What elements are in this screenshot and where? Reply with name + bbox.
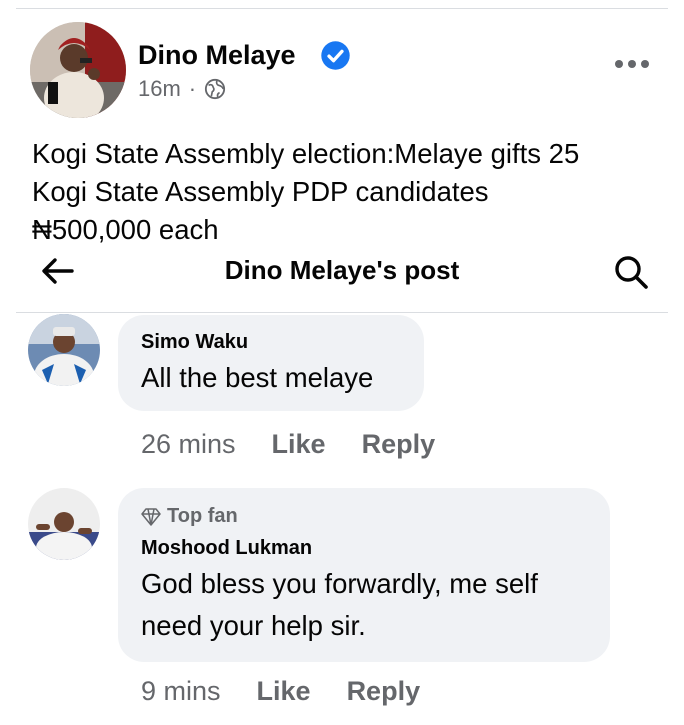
verified-badge-icon (321, 41, 350, 70)
author-avatar[interactable] (30, 22, 126, 118)
search-icon[interactable] (612, 253, 650, 291)
diamond-icon (141, 507, 161, 526)
comment-text: All the best melaye (141, 362, 374, 393)
globe-icon (205, 78, 226, 100)
comment-text-line: need your help sir. (141, 610, 366, 641)
post-text-line: Kogi State Assembly PDP candidates (32, 176, 489, 207)
comment-actions: 26 mins Like Reply (141, 429, 435, 460)
post-header: Dino Melaye 16m · (28, 22, 668, 122)
comment-text-line: God bless you forwardly, me self (141, 568, 538, 599)
post-time[interactable]: 16m (138, 76, 181, 102)
nav-divider (16, 312, 668, 313)
meta-separator: · (188, 76, 197, 101)
commenter-name[interactable]: Moshood Lukman (141, 537, 312, 560)
comment-actions: 9 mins Like Reply (141, 676, 420, 707)
top-divider (16, 8, 668, 9)
like-button[interactable]: Like (272, 429, 326, 460)
post-meta: 16m · (138, 76, 226, 102)
post-text-line: Kogi State Assembly election:Melaye gift… (32, 138, 580, 169)
reply-button[interactable]: Reply (347, 676, 421, 707)
comment-time[interactable]: 26 mins (141, 429, 236, 460)
post-author-name[interactable]: Dino Melaye (138, 40, 296, 71)
post-nav-bar: Dino Melaye's post (0, 248, 684, 294)
reply-button[interactable]: Reply (362, 429, 436, 460)
more-options-icon[interactable] (614, 58, 650, 70)
post-text: Kogi State Assembly election:Melaye gift… (32, 135, 662, 249)
commenter-name[interactable]: Simo Waku (141, 331, 248, 354)
comment-text: God bless you forwardly, me self need yo… (141, 563, 601, 647)
top-fan-badge: Top fan (141, 505, 238, 528)
like-button[interactable]: Like (257, 676, 311, 707)
post-text-line: ₦500,000 each (32, 214, 219, 245)
comment-time[interactable]: 9 mins (141, 676, 221, 707)
commenter-avatar[interactable] (28, 488, 100, 560)
top-fan-label: Top fan (167, 505, 238, 527)
nav-title: Dino Melaye's post (224, 255, 460, 285)
commenter-avatar[interactable] (28, 314, 100, 386)
